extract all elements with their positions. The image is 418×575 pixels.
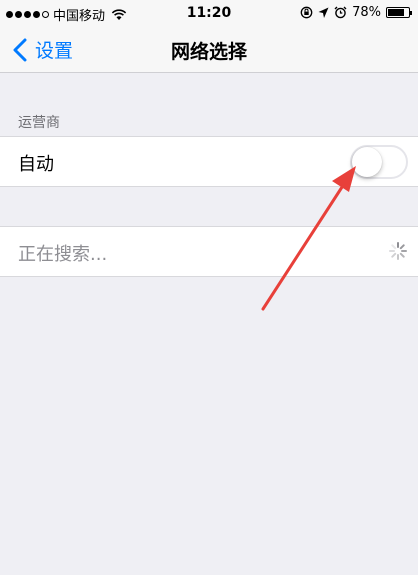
automatic-row: 自动 [0,136,418,187]
rotation-lock-icon [300,6,313,19]
annotation-arrow [261,166,356,311]
loading-spinner-icon [389,242,407,260]
alarm-icon [334,6,347,19]
navigation-bar: 设置 网络选择 [0,26,418,73]
battery-percentage: 78% [352,5,381,20]
battery-fill [388,9,404,16]
location-icon [318,7,329,18]
battery-icon [386,7,412,18]
searching-row: 正在搜索... [0,226,418,277]
status-bar: 中国移动 11:20 78% [0,0,418,26]
searching-label: 正在搜索... [18,244,108,265]
section-header-carrier: 运营商 [18,115,60,131]
automatic-label: 自动 [18,154,54,175]
status-right: 78% [300,5,412,20]
automatic-toggle[interactable] [350,145,408,179]
page-title: 网络选择 [170,41,247,63]
toggle-knob [352,147,382,177]
